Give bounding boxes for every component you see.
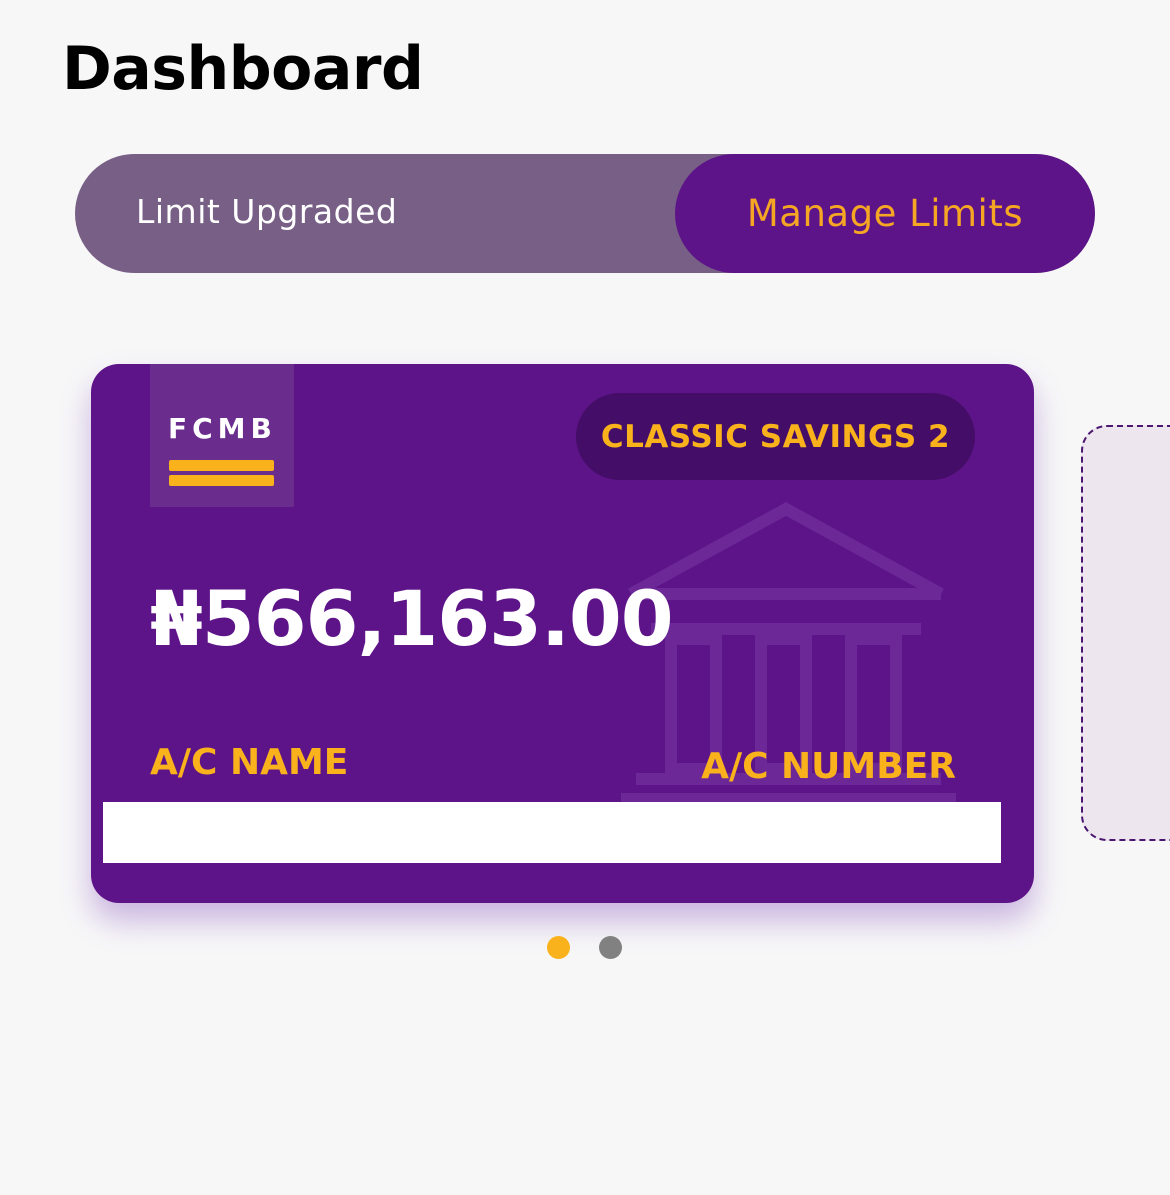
account-card[interactable]: FCMB CLASSIC SAVINGS 2 ₦566,163.00 A/C N… [91,364,1034,903]
bank-logo-text: FCMB [168,412,277,445]
manage-limits-button[interactable]: Manage Limits [675,154,1095,273]
page-title: Dashboard [62,34,424,104]
limit-banner: Limit Upgraded Manage Limits [75,154,1095,273]
account-balance: ₦566,163.00 [150,574,674,663]
logo-stripe-bottom [169,475,274,486]
account-type-badge: CLASSIC SAVINGS 2 [576,393,975,480]
account-name-label: A/C NAME [150,742,349,783]
redacted-account-details [103,802,1001,863]
manage-limits-label: Manage Limits [746,192,1024,235]
bank-logo: FCMB [150,364,294,507]
limit-status-text: Limit Upgraded [136,192,398,231]
carousel-dot-2[interactable] [599,936,622,959]
carousel-pagination [547,936,622,959]
account-number-label: A/C NUMBER [701,746,956,787]
add-account-card[interactable] [1081,425,1170,841]
logo-stripe-top [169,460,274,471]
carousel-dot-1[interactable] [547,936,570,959]
account-type-label: CLASSIC SAVINGS 2 [600,418,951,455]
